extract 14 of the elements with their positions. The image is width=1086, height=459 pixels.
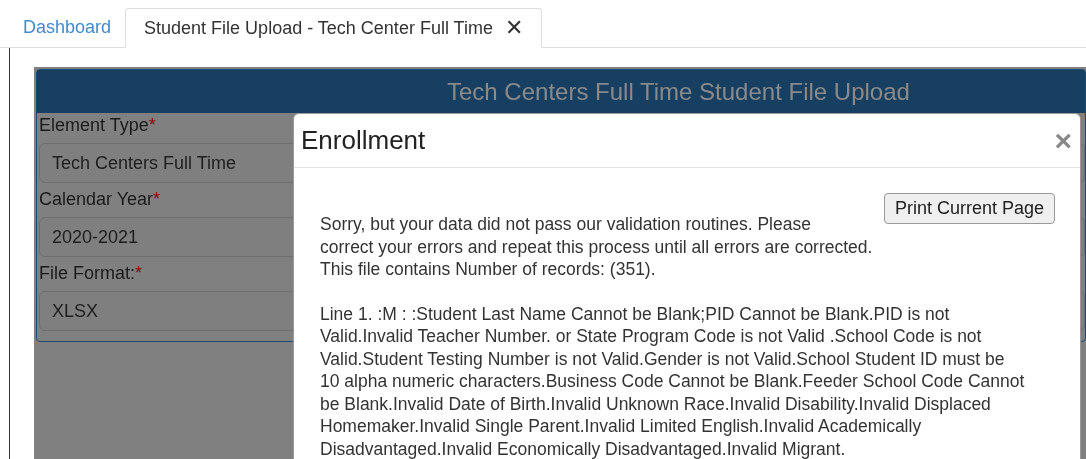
- field-label: Element Type*: [38, 114, 156, 137]
- message-line: correct your errors and repeat this process until all errors are corrected.: [320, 235, 873, 258]
- tab[interactable]: Dashboard: [9, 7, 126, 47]
- close-button[interactable]: ×: [1054, 125, 1072, 156]
- modal-title: Enrollment: [301, 124, 426, 157]
- message-line: Sorry, but your data did not pass our validation routines. Please: [320, 213, 811, 236]
- message-line: This file contains Number of records: (351).: [320, 258, 656, 281]
- close-icon[interactable]: ✕: [504, 17, 523, 39]
- tab[interactable]: Student File Upload - Tech Center Full Time ✕: [125, 8, 542, 48]
- panel-title: Tech Centers Full Time Student File Upload: [447, 76, 910, 107]
- error-text: Line 1. :M : :Student Last Name Cannot be Blank;PID Cannot be Blank.PID is not Valid.Invalid Teacher Number. or State Program Code is not Valid .School Code is not Valid.Student Testing Number is not Valid.Gender is not Valid.School Student ID must be 10 alpha numeric characters.Business Code Cannot be Blank.Feeder School Code Cannot be Blank.Invalid Date of Birth.Invalid Unknown Race.Invalid Disability.Invalid Displaced Homemaker.Invalid Single Parent.Invalid Limited English.Invalid Academically Disadvantaged.Invalid Economically Disadvantaged.Invalid Migrant.: [320, 302, 1026, 459]
- field-label: File Format:*: [38, 262, 143, 285]
- print-button[interactable]: Print Current Page: [883, 193, 1055, 224]
- field-label: Calendar Year*: [38, 188, 161, 211]
